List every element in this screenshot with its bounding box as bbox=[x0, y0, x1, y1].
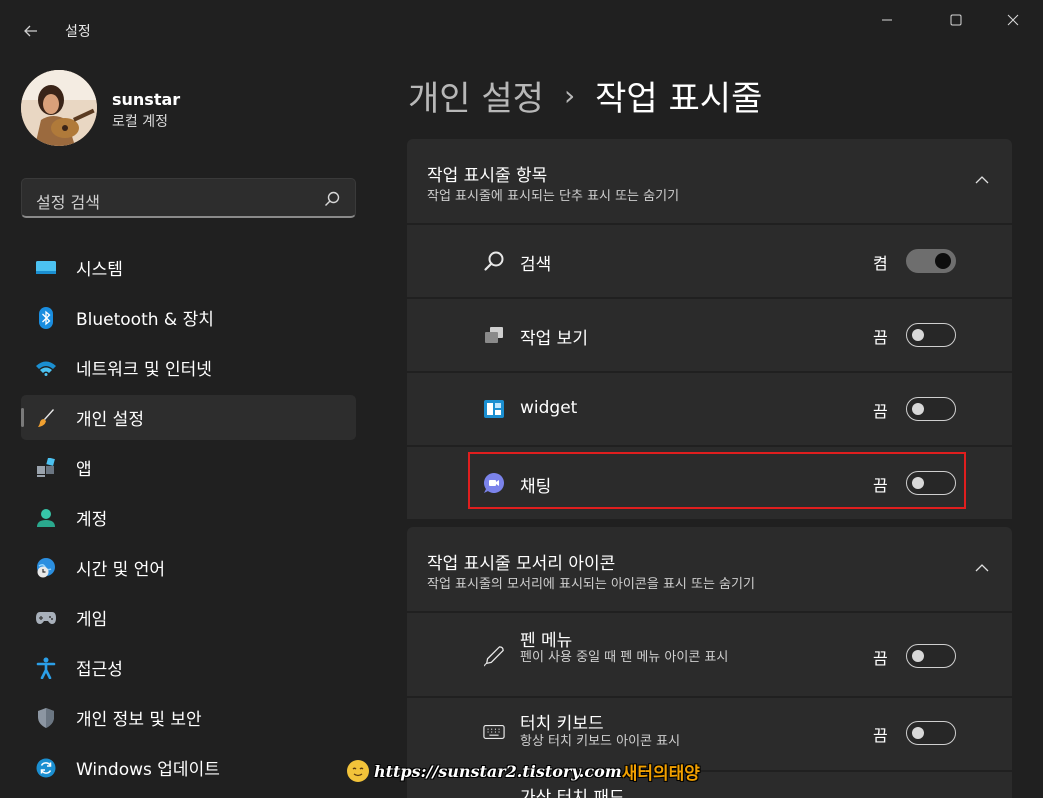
sidebar-item-label: 계정 bbox=[76, 510, 108, 530]
sidebar-item-label: 게임 bbox=[76, 610, 108, 630]
minimize-icon bbox=[882, 19, 892, 21]
setting-row-task-view: 작업 보기 끔 bbox=[407, 299, 1012, 371]
globe-clock-icon bbox=[35, 557, 57, 579]
widgets-toggle[interactable] bbox=[906, 397, 956, 421]
brush-icon bbox=[35, 407, 57, 429]
sidebar-item-label: 개인 설정 bbox=[76, 410, 144, 430]
sidebar-item-label: 앱 bbox=[76, 460, 92, 480]
section-title: 작업 표시줄 항목 bbox=[427, 166, 548, 186]
setting-label: 검색 bbox=[520, 255, 552, 275]
close-button[interactable] bbox=[990, 4, 1036, 36]
toggle-state-text: 켬 bbox=[873, 254, 888, 273]
sidebar-item-label: 시간 및 언어 bbox=[76, 560, 166, 580]
setting-description: 펜이 사용 중일 때 펜 메뉴 아이콘 표시 bbox=[520, 650, 729, 665]
gamepad-icon bbox=[35, 607, 57, 629]
update-icon bbox=[35, 757, 57, 779]
accessibility-icon bbox=[35, 657, 57, 679]
setting-description: 항상 터치 키보드 아이콘 표시 bbox=[520, 734, 681, 749]
chevron-up-icon[interactable] bbox=[974, 172, 990, 188]
sidebar-item-personalization[interactable]: 개인 설정 bbox=[21, 395, 356, 440]
back-arrow-icon bbox=[24, 25, 37, 37]
sidebar-item-label: 개인 정보 및 보안 bbox=[76, 710, 202, 730]
smiley-icon bbox=[347, 760, 369, 782]
setting-label: widget bbox=[520, 398, 578, 418]
sidebar-item-system[interactable]: 시스템 bbox=[21, 245, 356, 290]
person-icon bbox=[35, 507, 57, 529]
toggle-state-text: 끔 bbox=[873, 476, 888, 495]
sidebar-item-network[interactable]: 네트워크 및 인터넷 bbox=[21, 345, 356, 390]
close-icon bbox=[1007, 14, 1019, 26]
avatar-photo bbox=[21, 70, 97, 146]
title-bar: 설정 bbox=[0, 0, 1043, 60]
sidebar-item-label: 시스템 bbox=[76, 260, 123, 280]
setting-row-search: 검색 켬 bbox=[407, 225, 1012, 297]
sidebar-item-label: 접근성 bbox=[76, 660, 123, 680]
search-icon bbox=[483, 250, 505, 272]
setting-label: 가상 터치 패드 bbox=[520, 788, 625, 798]
taskbar-items-section-header[interactable]: 작업 표시줄 항목 작업 표시줄에 표시되는 단추 표시 또는 숨기기 bbox=[407, 139, 1012, 223]
setting-row-pen-menu: 펜 메뉴 펜이 사용 중일 때 펜 메뉴 아이콘 표시 끔 bbox=[407, 613, 1012, 696]
section-subtitle: 작업 표시줄의 모서리에 표시되는 아이콘을 표시 또는 숨기기 bbox=[427, 577, 755, 592]
wifi-icon bbox=[35, 357, 57, 379]
minimize-button[interactable] bbox=[864, 4, 910, 36]
touch-keyboard-toggle[interactable] bbox=[906, 721, 956, 745]
chevron-up-icon[interactable] bbox=[974, 560, 990, 576]
app-title: 설정 bbox=[65, 24, 91, 40]
breadcrumb-parent[interactable]: 개인 설정 bbox=[408, 71, 544, 120]
watermark-name: 새터의태양 bbox=[621, 763, 700, 784]
toggle-state-text: 끔 bbox=[873, 328, 888, 347]
sidebar-item-bluetooth[interactable]: Bluetooth & 장치 bbox=[21, 295, 356, 340]
bluetooth-icon bbox=[35, 306, 57, 329]
corner-icons-section-header[interactable]: 작업 표시줄 모서리 아이콘 작업 표시줄의 모서리에 표시되는 아이콘을 표시… bbox=[407, 527, 1012, 611]
sidebar-item-apps[interactable]: 앱 bbox=[21, 445, 356, 490]
search-placeholder: 설정 검색 bbox=[36, 193, 100, 212]
sidebar-item-accounts[interactable]: 계정 bbox=[21, 495, 356, 540]
sidebar-nav: 시스템 Bluetooth & 장치 네트워크 및 인터넷 개인 설정 앱 계정 bbox=[21, 245, 356, 795]
search-input[interactable]: 설정 검색 bbox=[21, 178, 356, 218]
section-subtitle: 작업 표시줄에 표시되는 단추 표시 또는 숨기기 bbox=[427, 189, 680, 204]
avatar[interactable] bbox=[21, 70, 97, 146]
setting-row-widgets: widget 끔 bbox=[407, 373, 1012, 445]
setting-row-chat: 채팅 끔 bbox=[407, 447, 1012, 519]
sidebar-item-windows-update[interactable]: Windows 업데이트 bbox=[21, 745, 356, 790]
toggle-state-text: 끔 bbox=[873, 726, 888, 745]
task-view-toggle[interactable] bbox=[906, 323, 956, 347]
task-view-icon bbox=[483, 324, 505, 346]
toggle-state-text: 끔 bbox=[873, 649, 888, 668]
watermark-url: https://sunstar2.tistory.com bbox=[374, 761, 622, 781]
maximize-icon bbox=[950, 14, 962, 26]
page-title: 작업 표시줄 bbox=[595, 78, 763, 119]
breadcrumb-separator: › bbox=[563, 78, 576, 112]
chat-toggle[interactable] bbox=[906, 471, 956, 495]
breadcrumb: 개인 설정 › 작업 표시줄 bbox=[408, 70, 762, 120]
widgets-icon bbox=[483, 398, 505, 420]
toggle-state-text: 끔 bbox=[873, 402, 888, 421]
back-button[interactable] bbox=[14, 16, 48, 46]
sidebar-item-label: Bluetooth & 장치 bbox=[76, 310, 214, 330]
setting-label: 작업 보기 bbox=[520, 329, 588, 349]
sidebar-item-privacy[interactable]: 개인 정보 및 보안 bbox=[21, 695, 356, 740]
settings-content: 작업 표시줄 항목 작업 표시줄에 표시되는 단추 표시 또는 숨기기 검색 켬… bbox=[407, 139, 1012, 798]
shield-icon bbox=[35, 707, 57, 729]
section-title: 작업 표시줄 모서리 아이콘 bbox=[427, 554, 616, 574]
account-type: 로컬 계정 bbox=[112, 114, 168, 130]
pen-menu-toggle[interactable] bbox=[906, 644, 956, 668]
watermark: https://sunstar2.tistory.com 새터의태양 bbox=[347, 757, 700, 785]
keyboard-icon bbox=[483, 721, 505, 743]
pen-icon bbox=[483, 645, 505, 667]
user-name: sunstar bbox=[112, 90, 181, 109]
sidebar-item-gaming[interactable]: 게임 bbox=[21, 595, 356, 640]
sidebar-item-label: Windows 업데이트 bbox=[76, 760, 220, 780]
sidebar-item-time-language[interactable]: 시간 및 언어 bbox=[21, 545, 356, 590]
maximize-button[interactable] bbox=[933, 4, 979, 36]
display-icon bbox=[35, 257, 57, 279]
setting-label: 채팅 bbox=[520, 477, 552, 497]
sidebar-item-label: 네트워크 및 인터넷 bbox=[76, 360, 212, 380]
apps-icon bbox=[35, 457, 57, 479]
sidebar-item-accessibility[interactable]: 접근성 bbox=[21, 645, 356, 690]
search-toggle[interactable] bbox=[906, 249, 956, 273]
chat-icon bbox=[483, 472, 505, 494]
search-icon[interactable] bbox=[323, 190, 341, 208]
setting-label: 터치 키보드 bbox=[520, 714, 604, 734]
